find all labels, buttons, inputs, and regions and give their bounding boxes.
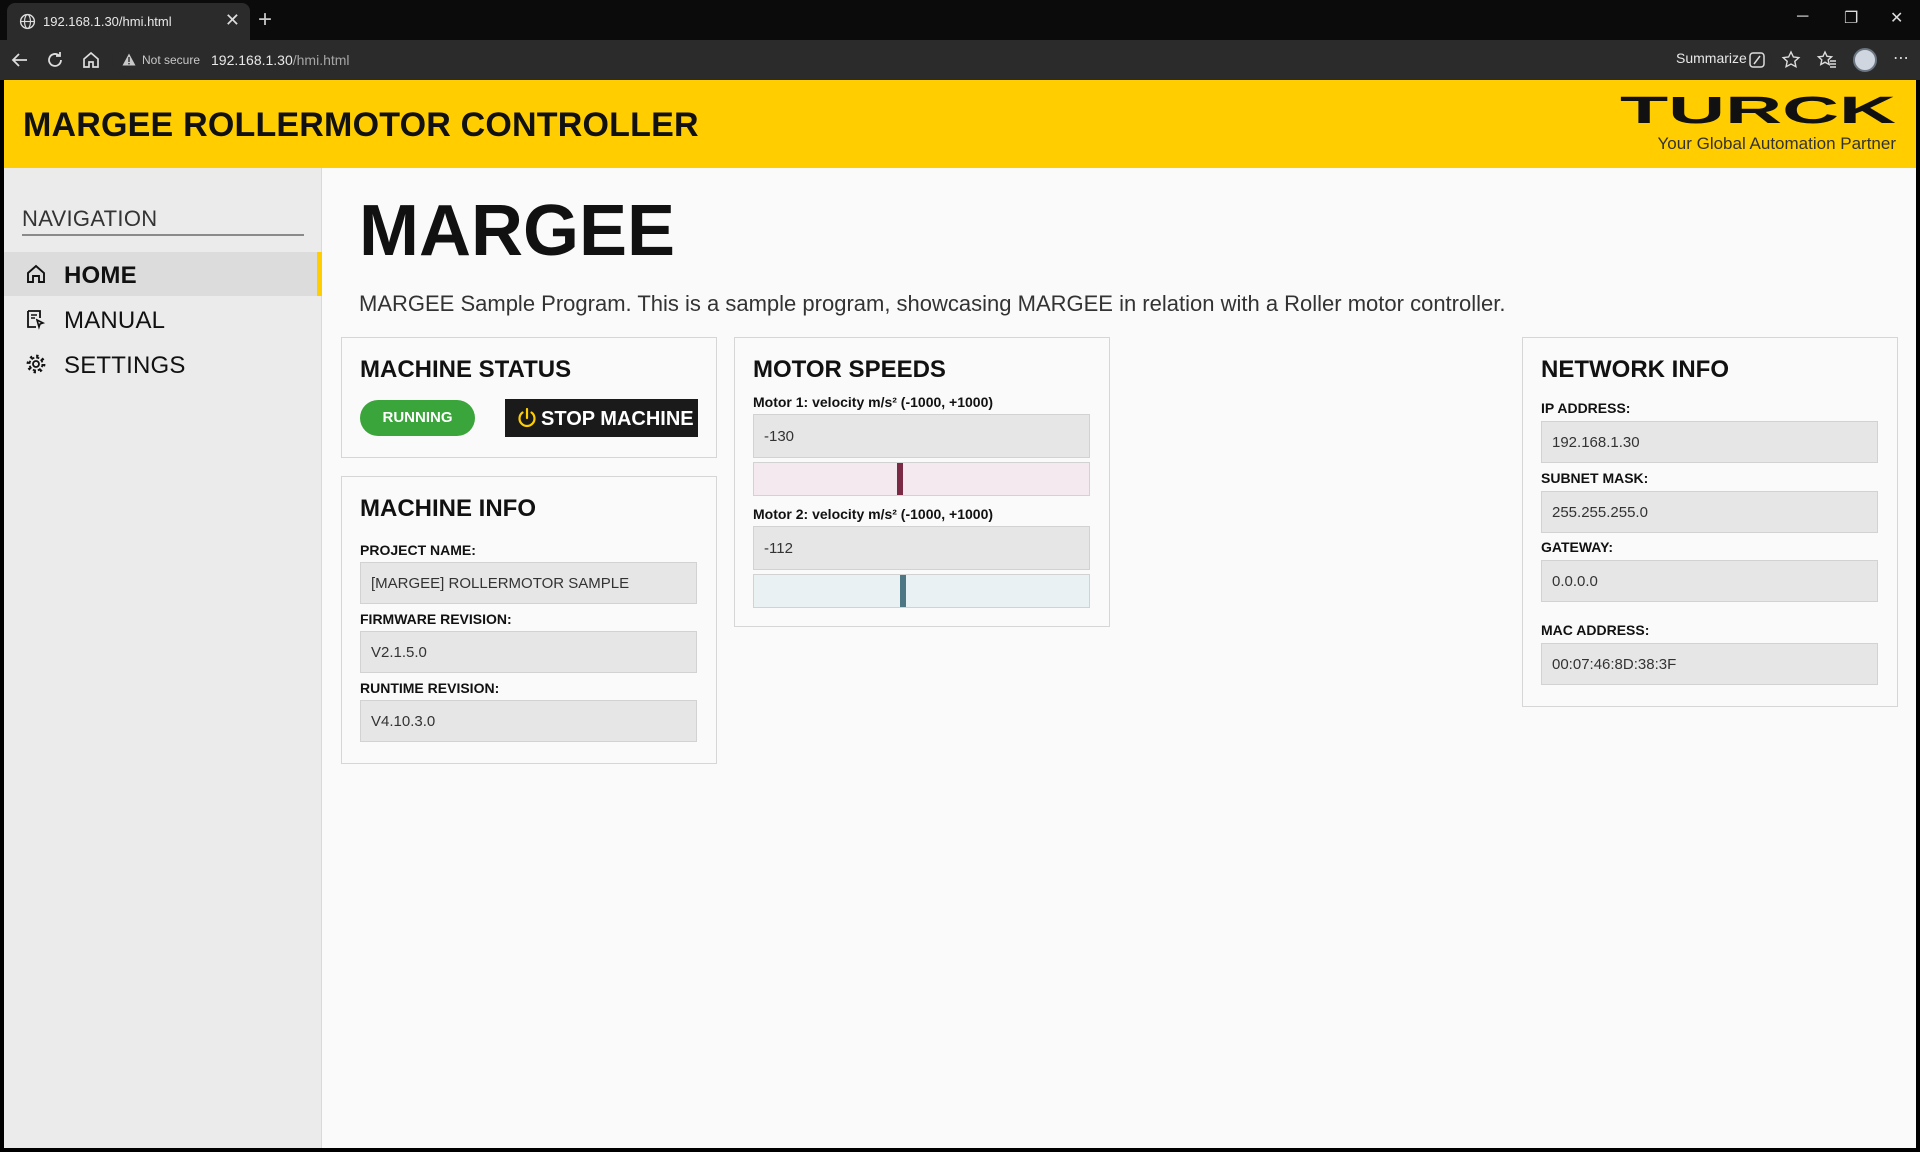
favorite-star-icon[interactable] xyxy=(1780,49,1802,71)
card-title: MOTOR SPEEDS xyxy=(753,356,946,383)
project-name-value: [MARGEE] ROLLERMOTOR SAMPLE xyxy=(360,562,697,604)
restore-icon[interactable]: ❐ xyxy=(1844,8,1858,28)
firmware-revision-value: V2.1.5.0 xyxy=(360,631,697,673)
url-path: /hmi.html xyxy=(292,52,350,68)
power-icon xyxy=(518,407,536,428)
subnet-mask-value: 255.255.255.0 xyxy=(1541,491,1878,533)
manual-icon xyxy=(27,310,46,330)
motor-1-speed-bar xyxy=(753,462,1090,496)
brand-name: TURCK xyxy=(1620,94,1896,126)
gateway-value: 0.0.0.0 xyxy=(1541,560,1878,602)
app-title: MARGEE ROLLERMOTOR CONTROLLER xyxy=(23,106,699,144)
sidebar-item-label: MANUAL xyxy=(64,307,166,334)
not-secure-label[interactable]: Not secure xyxy=(142,53,200,67)
sidebar-item-label: SETTINGS xyxy=(64,352,186,379)
sidebar-item-settings[interactable]: SETTINGS xyxy=(4,342,322,386)
sidebar: NAVIGATION HOME MANUAL SETTINGS xyxy=(4,168,322,1148)
card-title: MACHINE STATUS xyxy=(360,356,572,383)
turck-logo: TURCK xyxy=(1620,94,1896,126)
runtime-revision-value: V4.10.3.0 xyxy=(360,700,697,742)
globe-icon xyxy=(19,13,36,30)
motor-1-speed-value: -130 xyxy=(753,414,1090,458)
home-icon xyxy=(27,264,45,283)
brand-tagline: Your Global Automation Partner xyxy=(1657,134,1896,153)
page-title: MARGEE xyxy=(359,191,676,271)
close-tab-icon[interactable]: ✕ xyxy=(225,10,240,31)
runtime-revision-label: RUNTIME REVISION: xyxy=(360,680,500,696)
card-title: MACHINE INFO xyxy=(360,495,536,522)
subnet-mask-label: SUBNET MASK: xyxy=(1541,470,1649,486)
project-name-label: PROJECT NAME: xyxy=(360,542,476,558)
sidebar-item-home[interactable]: HOME xyxy=(4,252,322,296)
profile-avatar[interactable] xyxy=(1853,48,1877,72)
motor-2-label: Motor 2: velocity m/s² (-1000, +1000) xyxy=(753,506,994,522)
mac-address-label: MAC ADDRESS: xyxy=(1541,622,1650,638)
firmware-revision-label: FIRMWARE REVISION: xyxy=(360,611,512,627)
gateway-label: GATEWAY: xyxy=(1541,539,1614,555)
warning-icon xyxy=(122,53,136,66)
ip-address-value: 192.168.1.30 xyxy=(1541,421,1878,463)
tab-title: 192.168.1.30/hmi.html xyxy=(43,14,172,29)
ip-address-label: IP ADDRESS: xyxy=(1541,400,1631,416)
card-title: NETWORK INFO xyxy=(1541,356,1729,383)
address-bar[interactable]: Not secure 192.168.1.30/hmi.html xyxy=(112,44,1772,76)
sidebar-item-label: HOME xyxy=(64,262,137,289)
url-host: 192.168.1.30 xyxy=(211,52,293,68)
summarize-button[interactable]: Summarize xyxy=(1676,50,1747,66)
machine-status-card: MACHINE STATUS RUNNING STOP MACHINE xyxy=(341,337,717,458)
nav-heading: NAVIGATION xyxy=(22,206,304,236)
gear-icon xyxy=(26,354,46,374)
running-status-badge: RUNNING xyxy=(360,400,475,436)
home-browser-icon[interactable] xyxy=(79,48,103,72)
motor-1-label: Motor 1: velocity m/s² (-1000, +1000) xyxy=(753,394,994,410)
motor-2-speed-marker xyxy=(900,575,906,607)
stop-machine-button[interactable]: STOP MACHINE xyxy=(505,399,698,437)
network-info-card: NETWORK INFO IP ADDRESS: 192.168.1.30 SU… xyxy=(1522,337,1898,707)
app-header: MARGEE ROLLERMOTOR CONTROLLER TURCK Your… xyxy=(4,80,1916,168)
motor-speeds-card: MOTOR SPEEDS Motor 1: velocity m/s² (-10… xyxy=(734,337,1110,627)
url-text[interactable]: 192.168.1.30/hmi.html xyxy=(211,52,350,68)
new-tab-icon[interactable]: + xyxy=(258,6,272,34)
motor-2-speed-value: -112 xyxy=(753,526,1090,570)
mac-address-value: 00:07:46:8D:38:3F xyxy=(1541,643,1878,685)
machine-info-card: MACHINE INFO PROJECT NAME: [MARGEE] ROLL… xyxy=(341,476,717,764)
motor-2-speed-bar xyxy=(753,574,1090,608)
page-viewport: MARGEE ROLLERMOTOR CONTROLLER TURCK Your… xyxy=(4,80,1916,1148)
more-options-icon[interactable]: ⋯ xyxy=(1893,48,1909,68)
stop-machine-label: STOP MACHINE xyxy=(541,408,694,430)
window-close-icon[interactable]: ✕ xyxy=(1890,8,1903,28)
favorites-icon[interactable] xyxy=(1816,49,1838,71)
browser-tab-bar: 192.168.1.30/hmi.html ✕ + ─ ❐ ✕ xyxy=(0,0,1920,40)
motor-1-speed-marker xyxy=(897,463,903,495)
minimize-icon[interactable]: ─ xyxy=(1797,8,1808,26)
summarize-icon[interactable] xyxy=(1746,49,1768,71)
back-icon[interactable] xyxy=(8,48,32,72)
browser-tab[interactable]: 192.168.1.30/hmi.html ✕ xyxy=(7,3,250,40)
sidebar-item-manual[interactable]: MANUAL xyxy=(4,297,322,341)
page-description: MARGEE Sample Program. This is a sample … xyxy=(359,291,1506,316)
reload-icon[interactable] xyxy=(43,48,67,72)
browser-toolbar: Not secure 192.168.1.30/hmi.html Summari… xyxy=(0,40,1920,80)
